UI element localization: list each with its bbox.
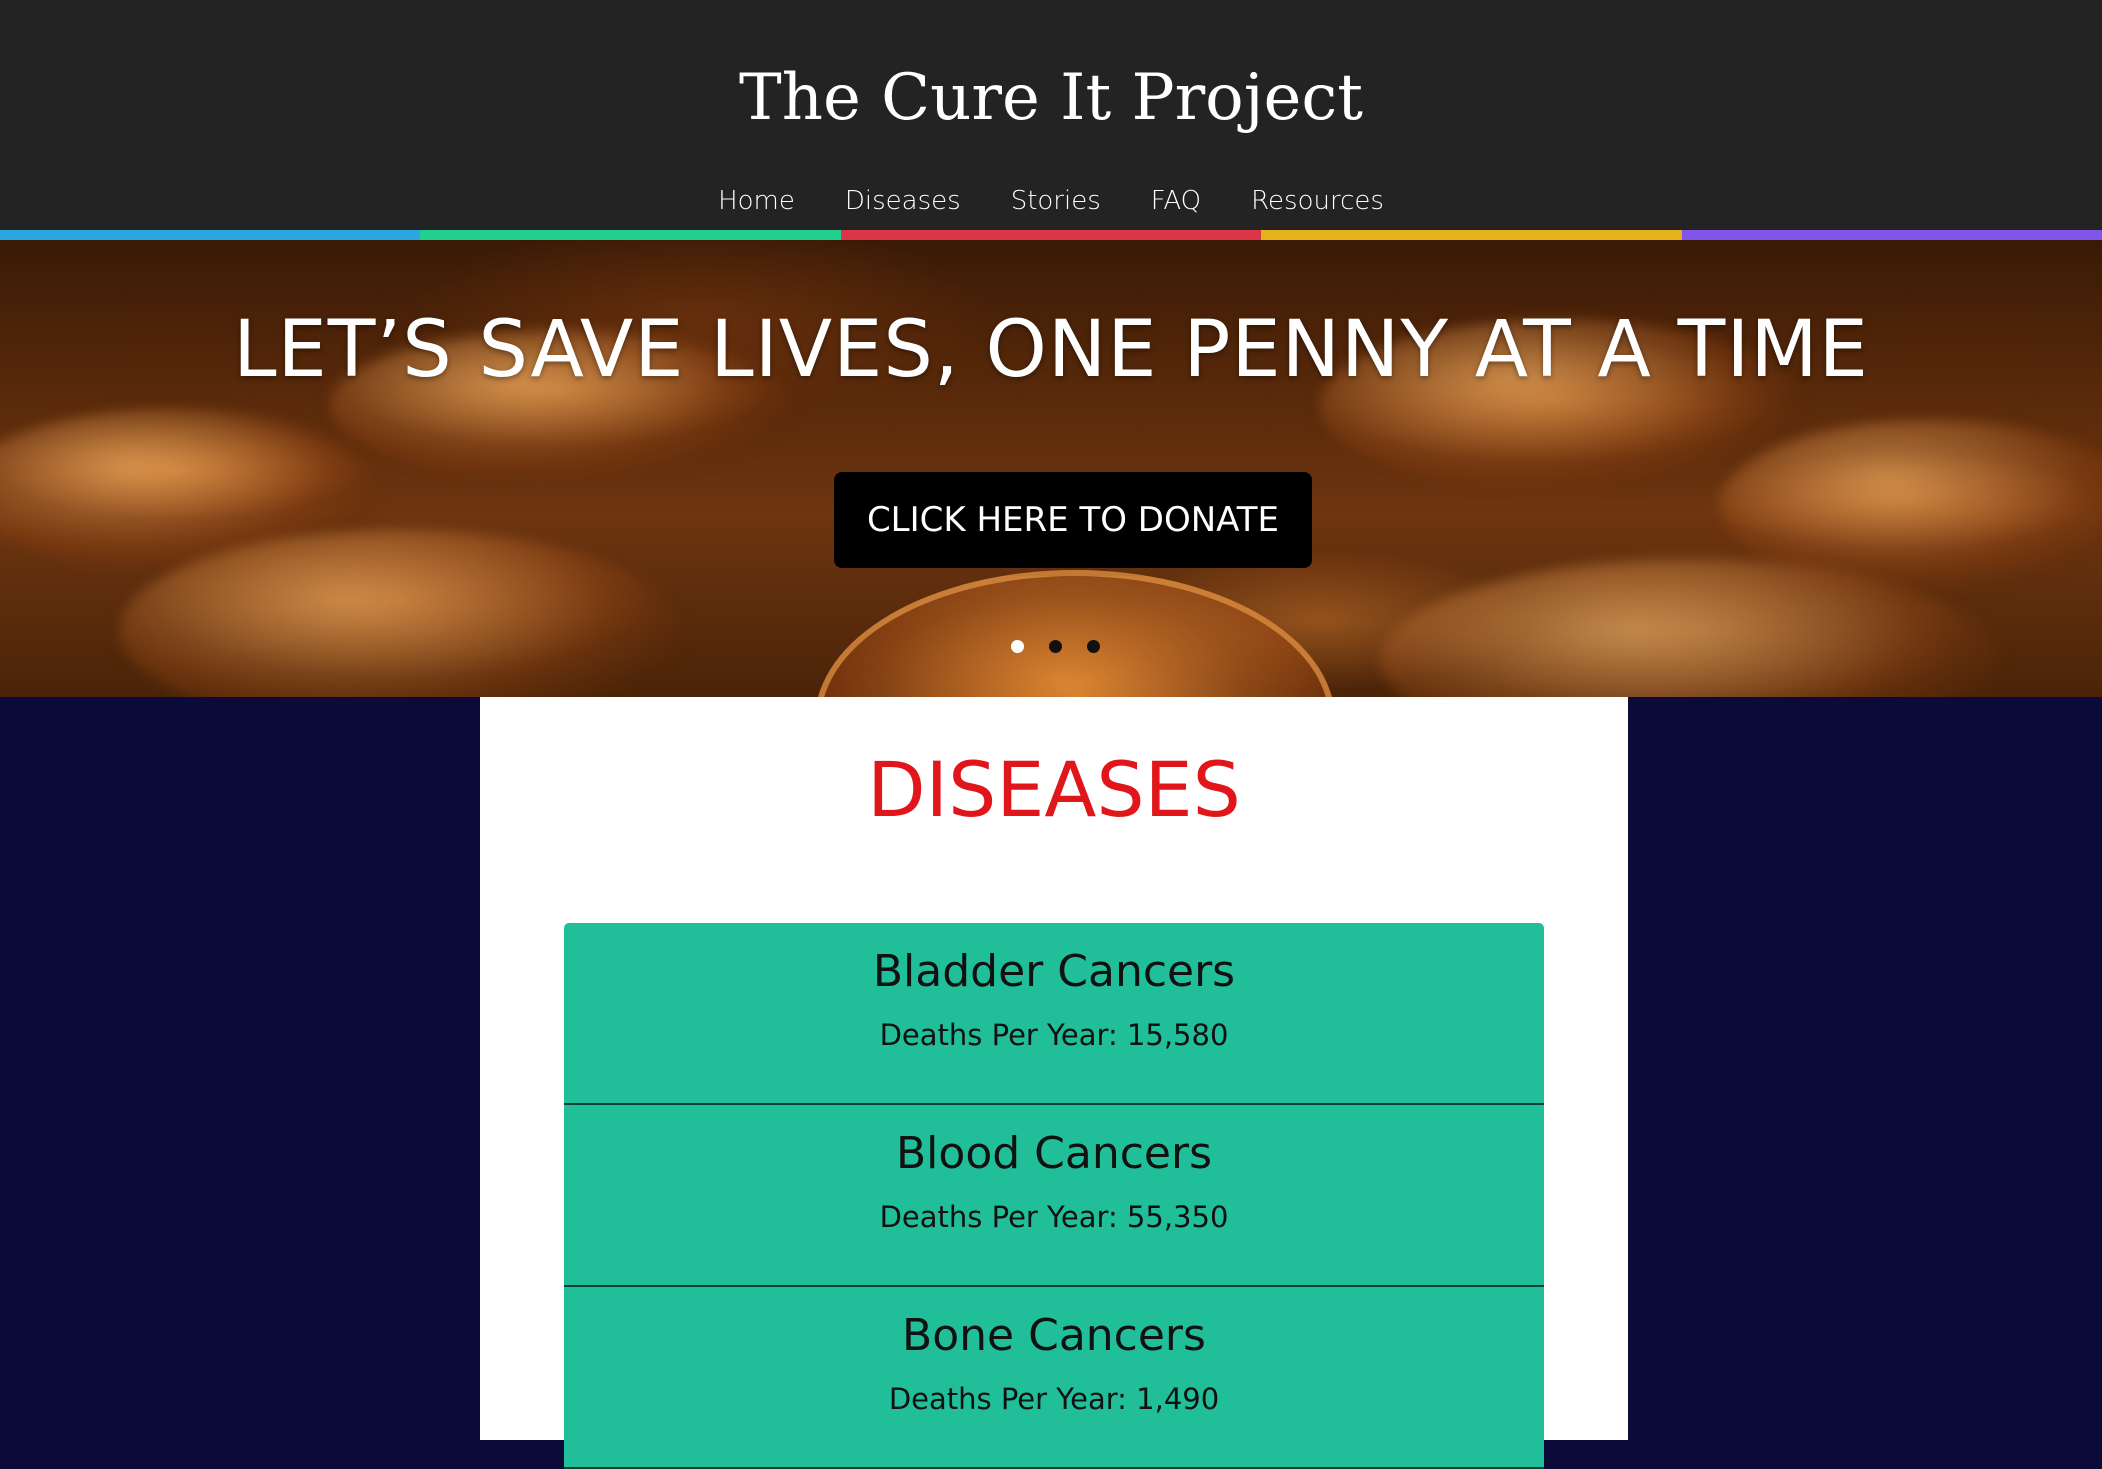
main-nav: Home Diseases Stories FAQ Resources xyxy=(0,180,2102,222)
section-title: DISEASES xyxy=(867,745,1241,834)
donate-button[interactable]: CLICK HERE TO DONATE xyxy=(834,472,1312,568)
disease-name: Bladder Cancers xyxy=(872,946,1236,997)
carousel-indicators xyxy=(0,640,2102,656)
nav-link-stories[interactable]: Stories xyxy=(1011,180,1101,222)
disease-item-bladder-cancers[interactable]: Bladder Cancers Deaths Per Year: 15,580 xyxy=(564,923,1544,1105)
disease-name: Bone Cancers xyxy=(902,1310,1206,1361)
accent-segment-red xyxy=(840,230,1262,240)
accent-segment-blue xyxy=(0,230,421,240)
nav-link-faq[interactable]: FAQ xyxy=(1151,180,1201,222)
carousel-dot-2[interactable] xyxy=(1049,640,1062,653)
disease-name: Blood Cancers xyxy=(895,1128,1212,1179)
accent-segment-green xyxy=(420,230,841,240)
penny-image xyxy=(815,570,1335,697)
nav-link-home[interactable]: Home xyxy=(718,180,795,222)
disease-item-blood-cancers[interactable]: Blood Cancers Deaths Per Year: 55,350 xyxy=(564,1105,1544,1287)
accent-color-bar xyxy=(0,230,2102,240)
carousel-dot-3[interactable] xyxy=(1087,640,1100,653)
disease-item-bone-cancers[interactable]: Bone Cancers Deaths Per Year: 1,490 xyxy=(564,1287,1544,1469)
hero-heading: LET’S SAVE LIVES, ONE PENNY AT A TIME xyxy=(233,305,1869,395)
diseases-section: DISEASES Bladder Cancers Deaths Per Year… xyxy=(480,697,1628,1469)
accent-segment-yellow xyxy=(1261,230,1682,240)
site-header: The Cure It Project Home Diseases Storie… xyxy=(0,0,2102,230)
nav-link-resources[interactable]: Resources xyxy=(1251,180,1384,222)
disease-deaths-per-year: Deaths Per Year: 1,490 xyxy=(888,1382,1220,1416)
carousel-dot-1[interactable] xyxy=(1011,640,1024,653)
site-title[interactable]: The Cure It Project xyxy=(0,58,2102,138)
nav-link-diseases[interactable]: Diseases xyxy=(845,180,961,222)
disease-deaths-per-year: Deaths Per Year: 55,350 xyxy=(879,1200,1229,1234)
disease-deaths-per-year: Deaths Per Year: 15,580 xyxy=(879,1018,1229,1052)
accent-segment-purple xyxy=(1681,230,2102,240)
disease-list: Bladder Cancers Deaths Per Year: 15,580 … xyxy=(564,923,1544,1469)
